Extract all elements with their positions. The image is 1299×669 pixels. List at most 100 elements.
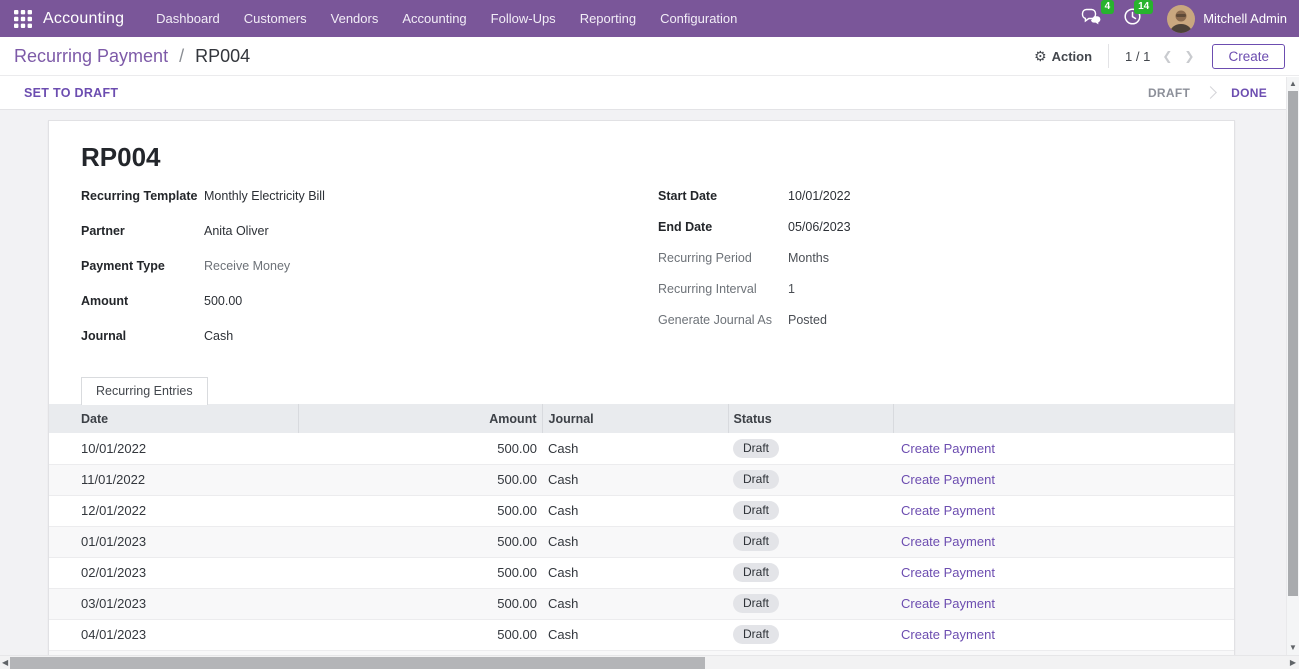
scroll-right-arrow-icon[interactable]: ▶ (1290, 656, 1296, 669)
entry-status-cell: Draft (728, 495, 893, 526)
field-value[interactable]: 500.00 (204, 292, 242, 311)
column-header-status[interactable]: Status (728, 404, 893, 433)
tab-recurring-entries[interactable]: Recurring Entries (81, 377, 208, 405)
create-payment-link[interactable]: Create Payment (901, 534, 995, 549)
table-row[interactable]: 01/01/2023500.00CashDraftCreate Payment (49, 526, 1234, 557)
notebook-tabs: Recurring Entries (49, 377, 1234, 404)
set-to-draft-button[interactable]: SET TO DRAFT (24, 86, 118, 100)
table-row[interactable]: 03/01/2023500.00CashDraftCreate Payment (49, 588, 1234, 619)
table-row[interactable]: 10/01/2022500.00CashDraftCreate Payment (49, 433, 1234, 464)
create-payment-link[interactable]: Create Payment (901, 441, 995, 456)
menu-item-reporting[interactable]: Reporting (568, 0, 648, 37)
apps-grid-icon[interactable] (14, 10, 32, 28)
action-menu-button[interactable]: ⚙ Action (1034, 49, 1092, 64)
entry-action-cell: Create Payment (893, 433, 1234, 464)
horizontal-scrollbar[interactable]: ◀ ▶ (0, 655, 1299, 669)
table-row[interactable]: 12/01/2022500.00CashDraftCreate Payment (49, 495, 1234, 526)
column-header-date[interactable]: Date (49, 404, 298, 433)
field-value[interactable]: Cash (204, 327, 233, 346)
breadcrumb-parent-link[interactable]: Recurring Payment (14, 46, 168, 66)
gear-icon: ⚙ (1034, 49, 1047, 63)
field-value[interactable]: 10/01/2022 (788, 187, 851, 206)
entry-journal: Cash (542, 557, 728, 588)
field-label: Payment Type (81, 257, 204, 276)
user-menu[interactable]: Mitchell Admin (1167, 5, 1287, 33)
control-panel: Recurring Payment / RP004 ⚙ Action 1 / 1… (0, 37, 1299, 76)
chevron-right-icon (1204, 86, 1217, 99)
status-badge: Draft (733, 439, 779, 458)
entry-date: 10/01/2022 (49, 433, 298, 464)
entry-action-cell: Create Payment (893, 495, 1234, 526)
horizontal-scrollbar-thumb[interactable] (10, 657, 705, 669)
create-payment-link[interactable]: Create Payment (901, 503, 995, 518)
avatar (1167, 5, 1195, 33)
field-partner: Partner Anita Oliver (81, 222, 641, 241)
column-header-amount[interactable]: Amount (298, 404, 542, 433)
entry-date: 04/01/2023 (49, 619, 298, 650)
scroll-up-arrow-icon[interactable]: ▲ (1287, 78, 1299, 90)
field-value[interactable]: Receive Money (204, 257, 290, 276)
breadcrumb: Recurring Payment / RP004 (14, 46, 250, 67)
entry-amount: 500.00 (298, 495, 542, 526)
recurring-entries-table: Date Amount Journal Status 10/01/2022500… (49, 404, 1234, 655)
status-badge: Draft (733, 563, 779, 582)
main-menu: Dashboard Customers Vendors Accounting F… (144, 0, 749, 37)
menu-item-accounting[interactable]: Accounting (390, 0, 478, 37)
pager-next-button[interactable]: ❯ (1184, 50, 1194, 62)
menu-item-follow-ups[interactable]: Follow-Ups (479, 0, 568, 37)
vertical-scrollbar[interactable]: ▲ ▼ (1286, 77, 1299, 655)
table-row[interactable]: 11/01/2022500.00CashDraftCreate Payment (49, 464, 1234, 495)
vertical-scrollbar-thumb[interactable] (1288, 91, 1298, 596)
form-statusbar: SET TO DRAFT DRAFT DONE (0, 76, 1299, 110)
menu-item-dashboard[interactable]: Dashboard (144, 0, 232, 37)
field-journal: Journal Cash (81, 327, 641, 346)
status-stage-done[interactable]: DONE (1231, 86, 1267, 100)
entry-amount: 500.00 (298, 464, 542, 495)
table-row[interactable]: 04/01/2023500.00CashDraftCreate Payment (49, 619, 1234, 650)
create-payment-link[interactable]: Create Payment (901, 596, 995, 611)
record-title: RP004 (81, 121, 1202, 173)
field-value[interactable]: Posted (788, 311, 827, 330)
status-stages: DRAFT DONE (1148, 86, 1269, 100)
field-label: Recurring Interval (658, 280, 788, 299)
field-value[interactable]: Months (788, 249, 829, 268)
scroll-down-arrow-icon[interactable]: ▼ (1287, 642, 1299, 654)
field-label: Journal (81, 327, 204, 346)
field-value[interactable]: Monthly Electricity Bill (204, 187, 325, 206)
field-recurring-template: Recurring Template Monthly Electricity B… (81, 187, 641, 206)
create-payment-link[interactable]: Create Payment (901, 472, 995, 487)
entry-journal: Cash (542, 588, 728, 619)
column-header-journal[interactable]: Journal (542, 404, 728, 433)
entry-status-cell: Draft (728, 588, 893, 619)
recurring-entries-body: 10/01/2022500.00CashDraftCreate Payment1… (49, 433, 1234, 655)
status-badge: Draft (733, 625, 779, 644)
entry-journal: Cash (542, 619, 728, 650)
app-name[interactable]: Accounting (43, 10, 124, 28)
form-sheet: RP004 Recurring Template Monthly Electri… (48, 120, 1235, 655)
status-stage-draft[interactable]: DRAFT (1148, 86, 1190, 100)
pager-previous-button[interactable]: ❮ (1162, 50, 1172, 62)
activities-button[interactable]: 14 (1124, 8, 1141, 30)
field-value[interactable]: Anita Oliver (204, 222, 269, 241)
messages-badge: 4 (1101, 0, 1115, 14)
breadcrumb-separator: / (179, 46, 184, 66)
create-payment-link[interactable]: Create Payment (901, 565, 995, 580)
menu-item-vendors[interactable]: Vendors (319, 0, 391, 37)
create-payment-link[interactable]: Create Payment (901, 627, 995, 642)
messages-button[interactable]: 4 (1081, 8, 1102, 30)
table-header-row: Date Amount Journal Status (49, 404, 1234, 433)
field-value[interactable]: 1 (788, 280, 795, 299)
field-end-date: End Date 05/06/2023 (658, 218, 1202, 237)
top-navbar: Accounting Dashboard Customers Vendors A… (0, 0, 1299, 37)
menu-item-configuration[interactable]: Configuration (648, 0, 749, 37)
table-row[interactable]: 02/01/2023500.00CashDraftCreate Payment (49, 557, 1234, 588)
field-value[interactable]: 05/06/2023 (788, 218, 851, 237)
menu-item-customers[interactable]: Customers (232, 0, 319, 37)
field-label: End Date (658, 218, 788, 237)
scroll-left-arrow-icon[interactable]: ◀ (2, 656, 8, 669)
entry-action-cell: Create Payment (893, 619, 1234, 650)
create-button[interactable]: Create (1212, 44, 1285, 69)
action-label: Action (1052, 49, 1092, 64)
entry-action-cell: Create Payment (893, 464, 1234, 495)
entry-journal: Cash (542, 526, 728, 557)
